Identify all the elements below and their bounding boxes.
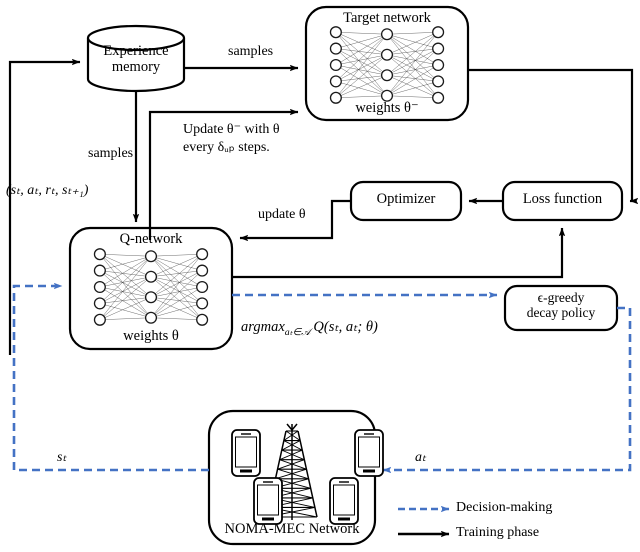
edge-qnet-to-loss [232, 227, 566, 279]
argmax-formula-label: argmaxaₜ∈𝒜 Q(sₜ, aₜ; θ) [241, 319, 378, 338]
target-network-title: Target network [343, 10, 431, 26]
q-network-title: Q-network [119, 231, 183, 247]
update-theta-label: update θ [258, 207, 306, 222]
diagram-svg [8, 5, 639, 546]
legend-item-decision-making: Decision-making [456, 500, 553, 515]
legend-marks [398, 505, 450, 538]
state-label: sₜ [57, 450, 67, 465]
action-label: aₜ [415, 450, 427, 465]
noma-mec-label: NOMA-MEC Network [224, 521, 360, 537]
epsilon-greedy-label: ϵ-greedy decay policy [526, 290, 596, 321]
samples-left-label: samples [88, 146, 134, 161]
diagram-canvas: Experience memory Target network weights… [0, 0, 640, 552]
smartphone-icon [231, 429, 261, 477]
legend-item-training-phase: Training phase [456, 525, 540, 540]
target-network-weights: weights θ⁻ [355, 100, 419, 116]
smartphone-icon [253, 477, 283, 525]
argmax-subscript: aₜ∈𝒜 [284, 326, 311, 338]
argmax-q-term: Q(sₜ, aₜ; θ) [313, 319, 378, 335]
smartphone-icon [354, 429, 384, 477]
edge-epsilon-to-noma [382, 306, 632, 474]
smartphone-icon [329, 477, 359, 525]
q-network-weights: weights θ [123, 328, 179, 344]
argmax-token: argmax [241, 319, 285, 335]
samples-top-label: samples [228, 44, 274, 59]
loss-function-label: Loss function [522, 191, 603, 207]
update-target-weights-label: Update θ⁻ with θ every δᵤₚ steps. [183, 122, 280, 155]
transition-tuple-label: (sₜ, aₜ, rₜ, sₜ₊₁) [6, 183, 89, 198]
optimizer-label: Optimizer [376, 191, 436, 207]
experience-memory-label: Experience memory [103, 43, 169, 76]
